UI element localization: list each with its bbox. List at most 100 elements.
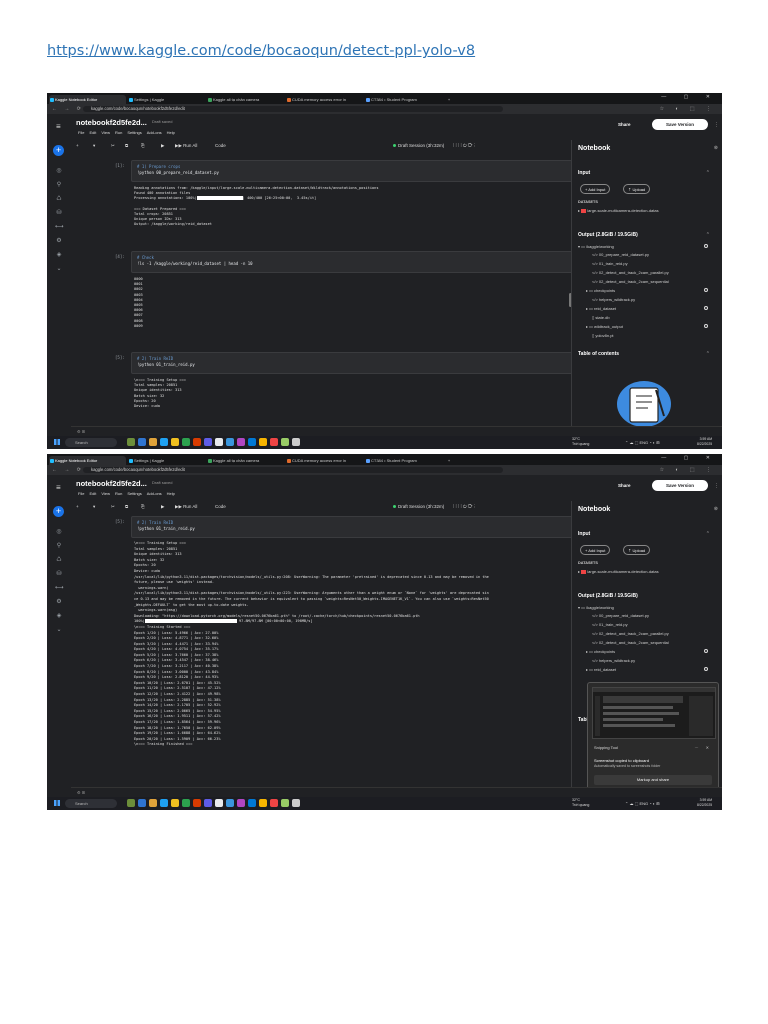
more-options-icon[interactable]: ⋮ <box>714 122 719 128</box>
menu-addons[interactable]: Add-ons <box>147 491 162 496</box>
close-icon[interactable]: ⋯ ✕ <box>695 745 712 750</box>
recycle-icon[interactable]: ♺ <box>55 557 63 563</box>
diamond-icon[interactable]: ◈ <box>55 613 63 619</box>
app-icon[interactable] <box>292 799 300 807</box>
run-cell-icon[interactable]: ▶ <box>161 140 164 152</box>
file-item[interactable]: </> 01_train_reid.py <box>592 261 628 266</box>
share-button[interactable]: Share <box>618 122 631 127</box>
dataset-item[interactable]: ▸ large-scale-multicamera-detection-data… <box>578 569 659 574</box>
app-icon[interactable] <box>281 799 289 807</box>
tab-settings[interactable]: Settings | Kaggle <box>128 95 205 104</box>
taskbar-search[interactable]: Search <box>65 438 117 447</box>
tab-settings[interactable]: Settings | Kaggle <box>128 456 205 465</box>
menu-run[interactable]: Run <box>115 130 122 135</box>
cell-type-select[interactable]: Code <box>215 140 226 152</box>
app-icon[interactable] <box>149 799 157 807</box>
clock[interactable]: 3:59 AM 8/22/2025 <box>697 437 712 447</box>
file-item[interactable]: </> 02_detect_and_track_2cam_sequential <box>592 640 669 645</box>
session-status[interactable]: Draft Session (3h:32m) <box>393 501 444 513</box>
trophy-icon[interactable]: ⚲ <box>55 182 63 188</box>
upload-button[interactable]: ⇡ Upload <box>623 184 651 194</box>
copy-icon[interactable]: ⧉ <box>125 140 128 152</box>
notebook-title[interactable]: notebookf2d5fe2d... <box>76 479 147 488</box>
app-icon[interactable] <box>248 438 256 446</box>
chrome-icon[interactable] <box>215 438 223 446</box>
menu-settings[interactable]: Settings <box>127 491 141 496</box>
kaggle-notebook-link[interactable]: https://www.kaggle.com/code/bocaoqun/det… <box>47 43 475 59</box>
file-item[interactable]: </> helpers_wildtrack.py <box>592 658 635 663</box>
app-icon[interactable] <box>237 799 245 807</box>
snipping-tool-notification[interactable]: Snipping Tool ⋯ ✕ Screenshot copied to c… <box>587 682 719 790</box>
file-item[interactable]: ▯ yolov8n.pt <box>592 333 614 338</box>
menu-file[interactable]: File <box>78 130 84 135</box>
taskbar-search[interactable]: Search <box>65 799 117 808</box>
collapse-chevron-icon[interactable]: ⌃ <box>706 170 710 176</box>
menu-help[interactable]: Help <box>167 130 175 135</box>
nav-arrows-icon[interactable]: ← → ⟳ <box>52 465 84 475</box>
app-icon[interactable] <box>193 438 201 446</box>
tab-chat[interactable]: Kaggle all tạ chân camera <box>207 456 284 465</box>
menu-help[interactable]: Help <box>167 491 175 496</box>
extension-icons[interactable]: ☆ ◐ ⬚ ⋮ <box>660 465 716 475</box>
clock[interactable]: 3:59 AM 8/22/2025 <box>697 798 712 808</box>
folder-status-icon[interactable] <box>704 324 708 328</box>
windows-start-icon[interactable] <box>54 800 60 806</box>
input-heading[interactable]: Input <box>578 170 590 176</box>
tab-student-program[interactable]: CT384 • Student Program <box>365 456 442 465</box>
folder-item[interactable]: ▸ ▭ wildtrack_output <box>586 324 623 329</box>
system-tray[interactable]: ⌃ ☁ ⬚ ENG ◔ ◐ ⊞ <box>625 440 660 445</box>
hamburger-icon[interactable]: ≡ <box>56 483 61 492</box>
settings-icon[interactable]: ⚙ <box>55 599 63 605</box>
collapse-chevron-icon[interactable]: ⌃ <box>706 232 710 238</box>
app-icon[interactable] <box>226 799 234 807</box>
toolbar-right-icons[interactable]: ⁞ ⁞ ⁞ ⁞ ⏻ ⟳ ⋮ <box>453 501 475 513</box>
database-icon[interactable]: ⛁ <box>55 210 63 216</box>
screenshot-thumbnail[interactable] <box>592 687 716 739</box>
upload-button[interactable]: ⇡ Upload <box>623 545 651 555</box>
app-icon[interactable] <box>182 438 190 446</box>
expand-icon[interactable]: ⌄ <box>55 627 63 633</box>
diamond-icon[interactable]: ◈ <box>55 252 63 258</box>
folder-item[interactable]: ▸ ▭ reid_dataset <box>586 667 616 672</box>
status-icons[interactable]: ⚙ ⊞ <box>77 429 85 434</box>
toc-heading[interactable]: Table of contents <box>578 351 619 357</box>
app-icon[interactable] <box>204 438 212 446</box>
paste-icon[interactable]: ⎘ <box>141 140 145 152</box>
paste-icon[interactable]: ⎘ <box>141 501 145 513</box>
toolbar-right-icons[interactable]: ⁞ ⁞ ⁞ ⁞ ⏻ ⟳ ⋮ <box>453 140 475 152</box>
menu-settings[interactable]: Settings <box>127 130 141 135</box>
system-tray[interactable]: ⌃ ☁ ⬚ ENG ◔ ◐ ⊞ <box>625 801 660 806</box>
app-icon[interactable] <box>193 799 201 807</box>
weather-widget[interactable]: 32°C Trời quang <box>572 798 589 808</box>
app-icon[interactable] <box>259 799 267 807</box>
tab-kaggle-editor[interactable]: Kaggle Notebook Editor <box>49 95 126 104</box>
folder-status-icon[interactable] <box>704 288 708 292</box>
add-cell-icon[interactable]: + <box>53 145 64 156</box>
app-icon[interactable] <box>292 438 300 446</box>
hamburger-icon[interactable]: ≡ <box>56 122 61 131</box>
app-icon[interactable] <box>171 438 179 446</box>
add-input-button[interactable]: + Add Input <box>580 545 611 555</box>
file-item[interactable]: </> 01_train_reid.py <box>592 622 628 627</box>
app-icon[interactable] <box>204 799 212 807</box>
more-options-icon[interactable]: ⋮ <box>714 483 719 489</box>
menu-view[interactable]: View <box>101 130 110 135</box>
app-icon[interactable] <box>138 438 146 446</box>
folder-status-icon[interactable] <box>704 306 708 310</box>
app-icon[interactable] <box>127 438 135 446</box>
trophy-icon[interactable]: ⚲ <box>55 543 63 549</box>
code-cell[interactable]: # 2) Train ReID !python 01_train_reid.py <box>131 516 576 538</box>
copy-icon[interactable]: ⧉ <box>125 501 128 513</box>
file-item[interactable]: </> 02_detect_and_track_2cam_parallel.py <box>592 631 669 636</box>
expand-icon[interactable]: ⌄ <box>55 266 63 272</box>
target-icon[interactable]: ◎ <box>55 168 63 174</box>
windows-start-icon[interactable] <box>54 439 60 445</box>
app-icon[interactable] <box>226 438 234 446</box>
weather-widget[interactable]: 32°C Trời quang <box>572 437 589 447</box>
file-item[interactable]: ▯ state.db <box>592 315 610 320</box>
folder-item[interactable]: ▸ ▭ reid_dataset <box>586 306 616 311</box>
output-heading[interactable]: Output (2.8GiB / 19.5GiB) <box>578 593 638 599</box>
add-cell-button[interactable]: + <box>76 501 79 513</box>
app-icon[interactable] <box>138 799 146 807</box>
code-cell[interactable]: # 2) Train ReID !python 01_train_reid.py <box>131 352 576 374</box>
